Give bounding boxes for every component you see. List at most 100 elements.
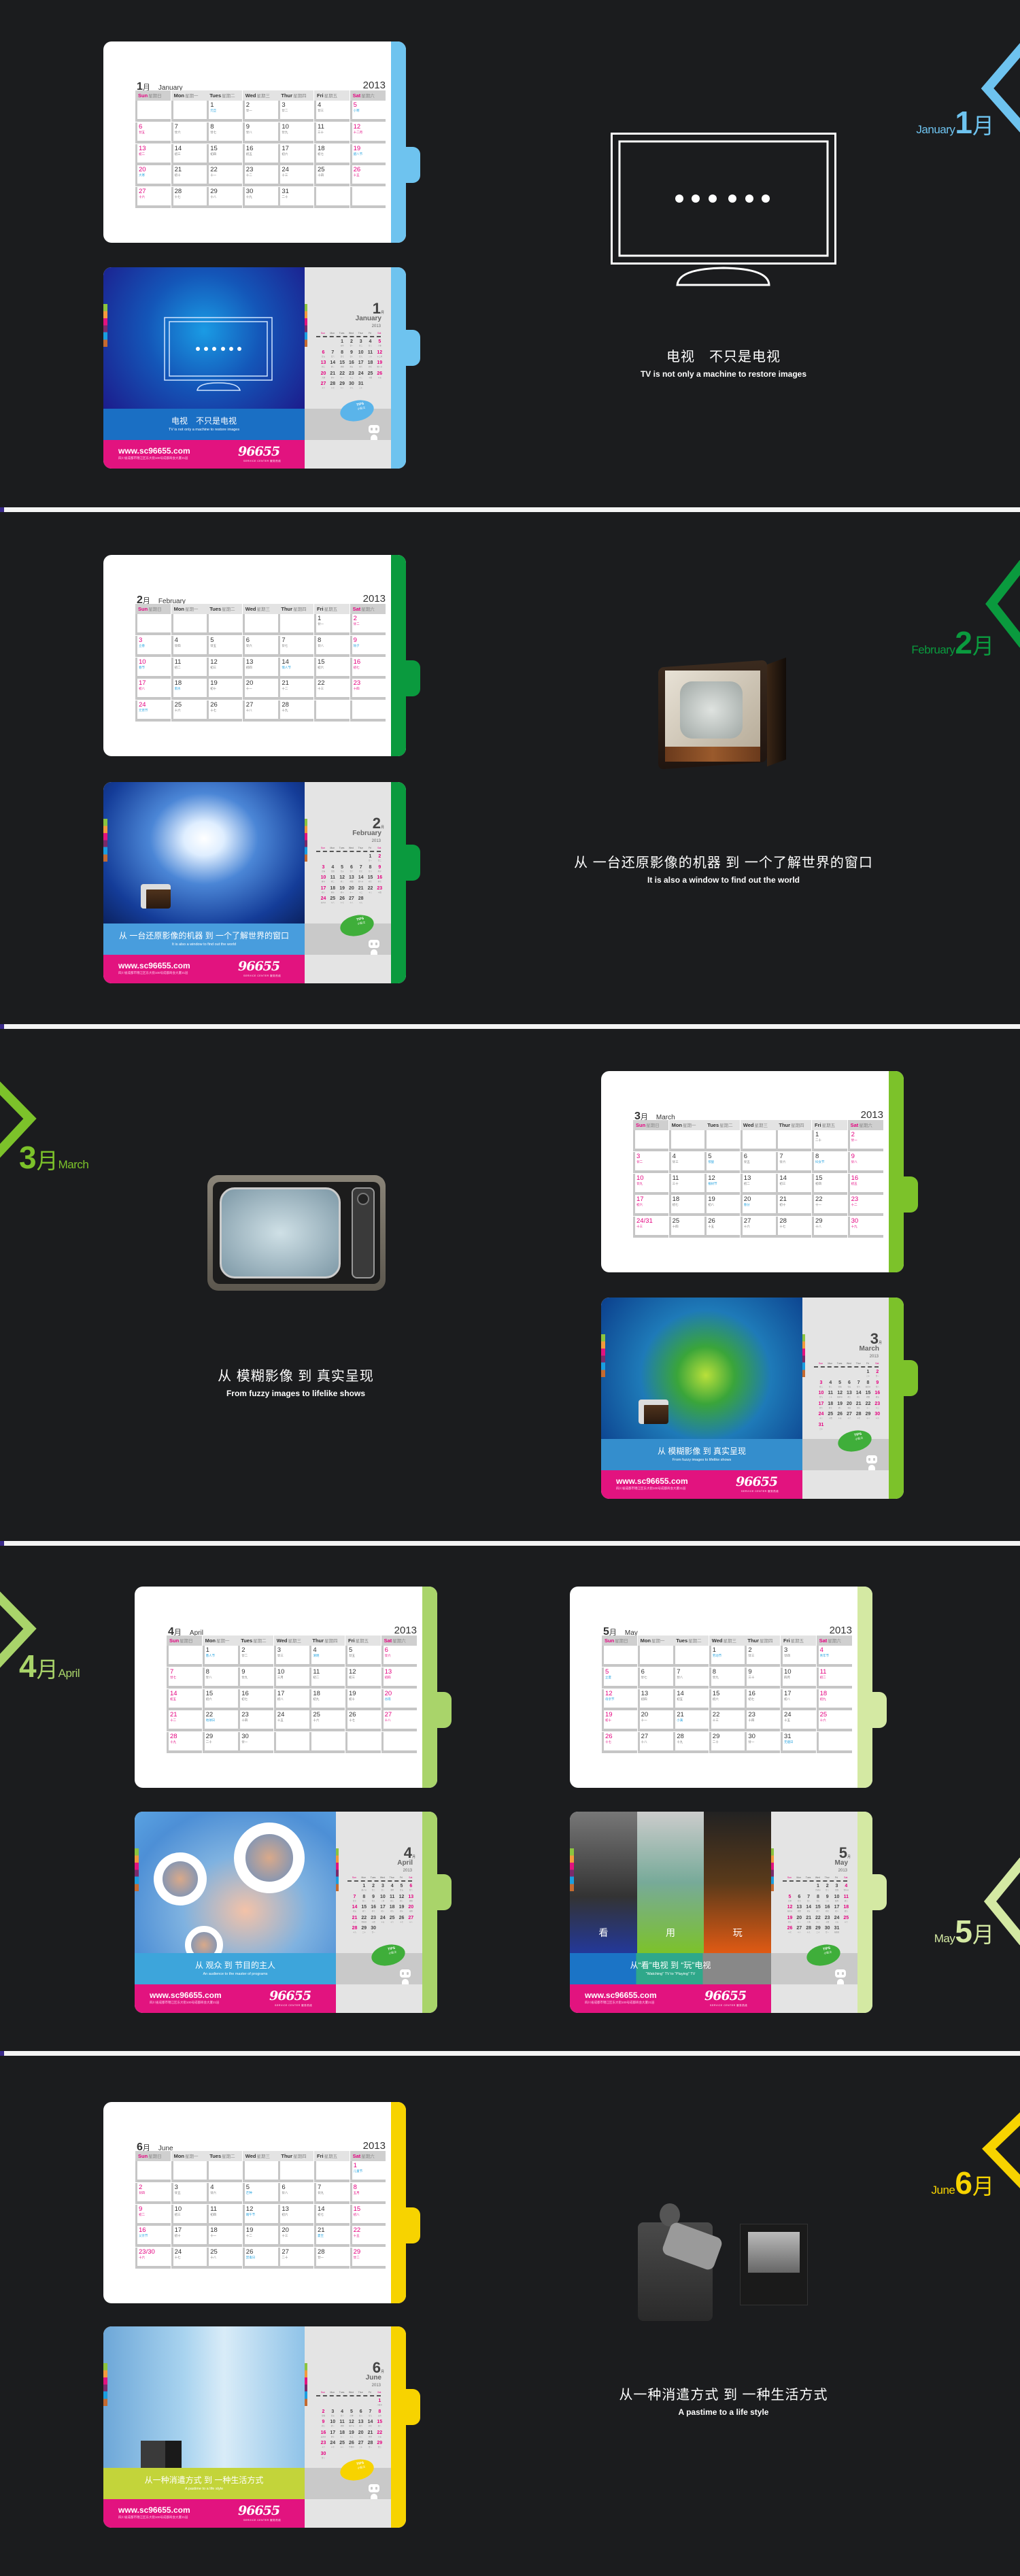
hero-caption-february: 从 一台还原影像的机器 到 一个了解世界的窗口 It is also a win… — [520, 851, 928, 885]
mini-day: 24 十七 — [328, 2441, 337, 2448]
lunar-date: 初八 — [834, 1910, 838, 1912]
mini-day: 4 廿三 — [826, 1380, 835, 1388]
day-number: 3 — [277, 1646, 282, 1654]
weekday-en: Mon — [205, 1638, 216, 1644]
day-number: 2 — [876, 1370, 879, 1374]
day-cell — [171, 101, 207, 122]
lunar-date: 三十 — [368, 355, 372, 358]
day-cell: 18 雨水 — [171, 679, 207, 700]
day-number: 26 — [210, 701, 218, 709]
day-number: 4 — [369, 339, 372, 344]
weekday-header: Fri星期五 — [314, 2151, 350, 2161]
day-number: 8 — [318, 636, 322, 644]
day-cell: 6 廿七 — [637, 1667, 673, 1689]
weekday-en: Wed — [743, 1122, 754, 1128]
weekday-cn: 星期二 — [253, 1639, 267, 1644]
lunar-date: 廿五 — [321, 355, 325, 358]
day-number: 17 — [330, 2430, 336, 2435]
lunar-date: 初八 — [838, 1406, 842, 1409]
day-cell: 4 廿三 — [314, 101, 350, 122]
mini-day: 12 初三 — [338, 875, 347, 883]
mini-day: 4 廿六 — [338, 2409, 347, 2417]
lunar-date: 雨水 — [174, 687, 181, 691]
day-number: 26 — [348, 2441, 354, 2445]
mini-day: 13 初四 — [795, 1905, 804, 1912]
day-number: 27 — [358, 2441, 364, 2445]
day-number: 31 — [834, 1926, 840, 1931]
lunar-date: 除夕 — [353, 643, 360, 647]
day-number: 24 — [320, 896, 326, 901]
lunar-date: 十六 — [743, 1225, 750, 1229]
lunar-date: 廿九 — [371, 1899, 375, 1902]
mini-day: 7 廿八 — [804, 1895, 813, 1902]
day-number: 25 — [174, 701, 182, 709]
day-cell: 6 廿五 — [135, 122, 171, 143]
lunar-date: 十五 — [381, 1920, 385, 1923]
lunar-date: 初二 — [139, 152, 145, 156]
lunar-date: 初七 — [377, 881, 381, 883]
mini-day: 31 二十 — [356, 382, 365, 389]
day-number: 25 — [672, 1217, 680, 1225]
tab-bump — [872, 1692, 887, 1728]
mini-day: 27 十八 — [407, 1916, 415, 1923]
footer-band: www.sc96655.com 四川省成都市锦江区东大街100号成都商会大厦21层… — [103, 2499, 305, 2528]
mini-day: 20 大寒 — [319, 371, 328, 379]
day-cell: 4 清明 — [309, 1646, 345, 1667]
day-number: 5 — [210, 636, 214, 644]
day-number: 14 — [174, 144, 182, 152]
day-number: 12 — [708, 1174, 715, 1182]
lunar-date: 十六 — [819, 1718, 826, 1723]
day-cell: 16 初五 — [242, 143, 278, 165]
mini-day: 28 十九 — [804, 1926, 813, 1933]
lunar-date: 初六 — [318, 665, 324, 669]
photo-panel: 用 — [636, 1812, 704, 1953]
lunar-date: 十九 — [851, 1225, 857, 1229]
day-number: 1 — [866, 1370, 870, 1374]
mini-weekday: Sun — [818, 1362, 823, 1365]
lunar-date: 初六 — [282, 152, 288, 156]
day-number: 28 — [282, 701, 289, 709]
brand-logo: 96655 — [269, 1988, 311, 2003]
day-number: 20 — [282, 2226, 289, 2235]
weekday-header: Wed星期三 — [709, 1636, 745, 1646]
day-number: 13 — [743, 1174, 751, 1182]
caption-cn: 从 模糊影像 到 真实呈现 — [218, 1369, 374, 1384]
lunar-date: 十四 — [377, 891, 381, 894]
mini-weekday: Tues — [339, 332, 345, 335]
day-number: 10 — [834, 1894, 840, 1899]
weekday-header: Thur星期四 — [278, 2151, 314, 2161]
lunar-date: 小满 — [677, 1718, 683, 1723]
lunar-date: 禁毒日 — [245, 2256, 256, 2260]
lunar-date: 初七 — [241, 1697, 248, 1701]
lunar-date: 廿二 — [371, 1889, 375, 1891]
day-number: 24 — [174, 2248, 182, 2256]
weekday-header: Fri星期五 — [314, 604, 350, 614]
day-number: 24 — [818, 1412, 824, 1417]
mini-day: 24 十五 — [832, 1916, 841, 1923]
day-cell: 13 初二 — [135, 143, 171, 165]
day-number: 1 — [369, 854, 372, 859]
lunar-date: 二十 — [359, 2446, 363, 2448]
day-number: 4 — [845, 1884, 848, 1888]
day-cell: 23 十四 — [745, 1710, 781, 1732]
lunar-date: 初九 — [844, 1910, 848, 1912]
mini-day: 25 十四 — [826, 1412, 835, 1419]
lunar-date: 十二 — [170, 1718, 176, 1723]
mini-day: 3 廿二 — [817, 1380, 826, 1388]
caption-cn: 从一种消遣方式 到 一种生活方式 — [619, 2388, 828, 2403]
day-cell: 20 十三 — [278, 2226, 314, 2248]
weekday-en: Fri — [317, 2153, 324, 2159]
lunar-date: 十二 — [851, 1203, 857, 1207]
lunar-date: 初十 — [779, 1203, 786, 1207]
mini-day: 28 十九 — [350, 1926, 359, 1933]
mini-day: 10 三月 — [378, 1895, 387, 1902]
lunar-date: 廿一 — [245, 109, 252, 112]
lunar-date: 十六 — [390, 1920, 394, 1923]
lunar-date: 廿三 — [381, 1889, 385, 1891]
caption-en: “Watching” TV to “Playing” TV — [645, 1972, 696, 1976]
lunar-date: 廿二 — [819, 1385, 823, 1388]
mini-old-tv-icon — [141, 884, 171, 909]
day-number: 17 — [139, 679, 146, 688]
brand-logo: 96655 — [238, 959, 280, 974]
day-cell: 16 父亲节 — [135, 2226, 171, 2248]
